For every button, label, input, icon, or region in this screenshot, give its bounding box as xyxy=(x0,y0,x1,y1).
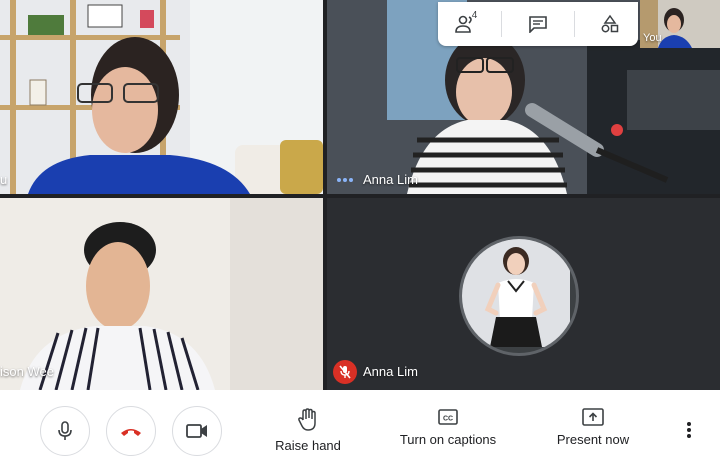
self-view[interactable]: You xyxy=(640,0,720,48)
control-bar: Raise hand CC Turn on captions Present n… xyxy=(0,390,720,471)
participant-tile[interactable]: u xyxy=(0,0,323,194)
speaking-indicator xyxy=(337,178,353,182)
participant-name: Anna Lim xyxy=(363,172,418,187)
captions-label: Turn on captions xyxy=(399,432,497,447)
present-now-button[interactable]: Present now xyxy=(553,408,633,447)
chat-button[interactable] xyxy=(518,8,558,40)
participant-name: ison Wee xyxy=(0,364,54,379)
participant-tile[interactable]: Anna Lim xyxy=(327,198,720,390)
hand-icon xyxy=(298,408,316,431)
participant-name: u xyxy=(0,172,8,187)
camera-button[interactable] xyxy=(172,406,222,456)
participant-video xyxy=(0,198,323,390)
raise-hand-label: Raise hand xyxy=(275,438,341,453)
avatar xyxy=(459,236,579,356)
more-vert-icon xyxy=(687,422,691,438)
activities-button[interactable] xyxy=(590,8,630,40)
participant-video xyxy=(0,0,323,194)
mic-off-icon xyxy=(333,360,357,384)
captions-icon: CC xyxy=(438,409,458,425)
top-panel: 4 xyxy=(438,2,638,46)
activities-icon xyxy=(601,14,619,33)
present-label: Present now xyxy=(556,432,630,447)
participant-tile[interactable]: ison Wee xyxy=(0,198,323,390)
turn-on-captions-button[interactable]: CC Turn on captions xyxy=(398,408,498,447)
participant-name: Anna Lim xyxy=(363,364,418,379)
show-everyone-button[interactable]: 4 xyxy=(446,8,486,40)
svg-text:CC: CC xyxy=(443,416,453,423)
more-options-button[interactable] xyxy=(680,414,698,446)
hang-up-icon xyxy=(121,429,141,436)
video-grid: u Anna Lim ison Wee Anna Lim 4 You xyxy=(0,0,720,390)
camera-icon xyxy=(186,424,207,438)
self-view-label: You xyxy=(643,32,662,44)
leave-call-button[interactable] xyxy=(106,406,156,456)
present-icon xyxy=(582,408,604,426)
raise-hand-button[interactable]: Raise hand xyxy=(268,408,348,453)
people-count-badge: 4 xyxy=(471,10,478,21)
microphone-icon xyxy=(58,421,72,440)
microphone-button[interactable] xyxy=(40,406,90,456)
chat-icon xyxy=(529,16,547,33)
